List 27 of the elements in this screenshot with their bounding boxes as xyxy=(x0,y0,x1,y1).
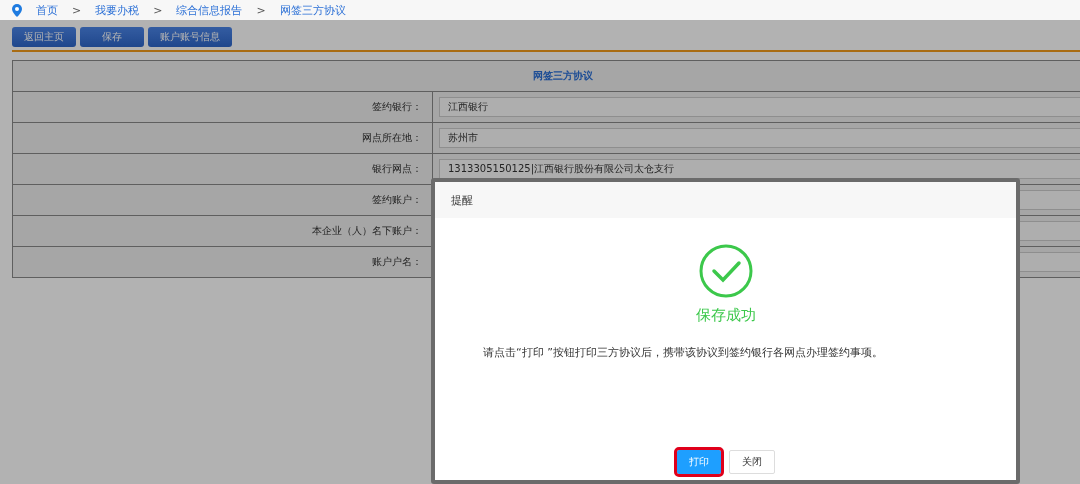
breadcrumb-separator: > xyxy=(256,3,266,17)
toolbar-button[interactable]: 返回主页 xyxy=(12,27,76,47)
dialog-button[interactable]: 打印 xyxy=(676,450,721,474)
field-label: 银行网点： xyxy=(13,154,433,184)
success-check-icon xyxy=(698,244,753,298)
dialog-button[interactable]: 关闭 xyxy=(728,450,775,474)
toolbar-button[interactable]: 账户账号信息 xyxy=(148,27,232,47)
breadcrumb-separator: > xyxy=(153,3,163,17)
breadcrumb-link[interactable]: 我要办税 xyxy=(95,2,140,18)
dialog-message: 请点击“打印 ”按钮打印三方协议后，携带该协议到签约银行各网点办理签约事项。 xyxy=(483,345,883,360)
location-pin-icon xyxy=(12,3,22,17)
dialog-title: 提醒 xyxy=(435,182,1016,218)
status-text: 保存成功 xyxy=(695,306,756,325)
breadcrumb-link[interactable]: 网签三方协议 xyxy=(279,2,346,18)
breadcrumb-link[interactable]: 首页 xyxy=(36,2,58,18)
breadcrumb-link[interactable]: 综合信息报告 xyxy=(176,2,243,18)
field-label: 账户户名： xyxy=(13,247,433,277)
breadcrumb-separator: > xyxy=(72,3,82,17)
field-label: 网点所在地： xyxy=(13,123,433,153)
field-label: 本企业（人）名下账户： xyxy=(13,216,433,246)
field-label: 签约银行： xyxy=(13,92,433,122)
toolbar-button[interactable]: 保存 xyxy=(80,27,144,47)
input-field[interactable]: 江西银行 xyxy=(439,97,1080,117)
form-title: 网签三方协议 xyxy=(13,61,1080,92)
input-field[interactable]: 1313305150125|江西银行股份有限公司太仓支行 xyxy=(439,159,1080,179)
field-label: 签约账户： xyxy=(13,185,433,215)
input-field[interactable]: 苏州市 xyxy=(439,128,1080,148)
